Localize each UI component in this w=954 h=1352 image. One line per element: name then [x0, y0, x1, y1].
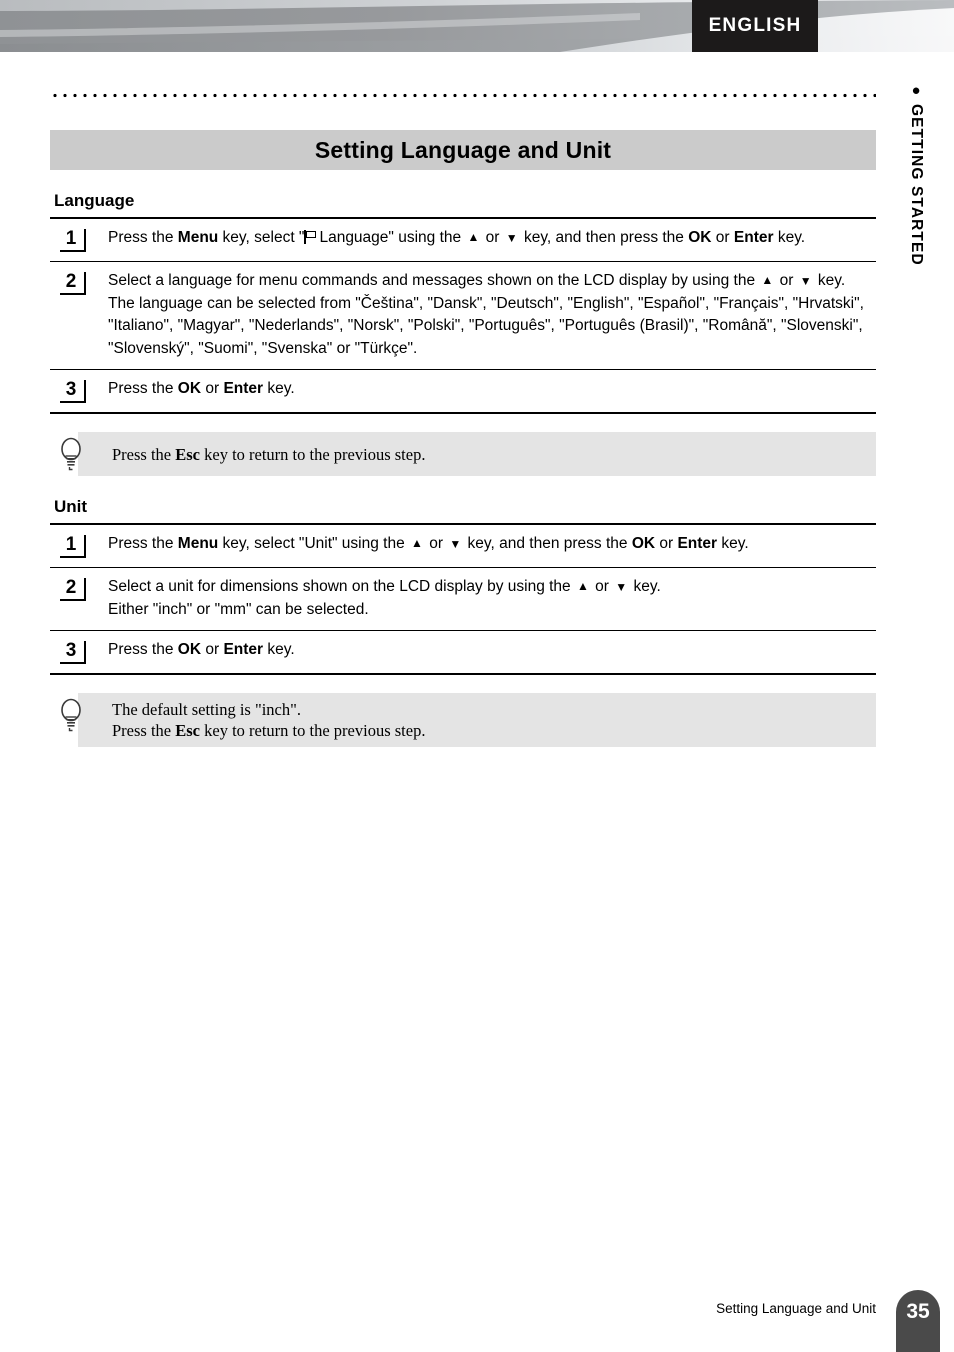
page-number-tab: 35: [896, 1290, 940, 1352]
step-text: Press the Menu key, select "Unit" using …: [108, 533, 876, 556]
step-text: Select a unit for dimensions shown on th…: [108, 576, 876, 621]
page-title: Setting Language and Unit: [314, 136, 612, 163]
tip-note-box: The default setting is "inch". Press the …: [78, 693, 876, 747]
step-text: Press the OK or Enter key.: [108, 378, 876, 401]
step-text-line: Select a language for menu commands and …: [108, 272, 846, 289]
arrow-down-icon: ▼: [799, 274, 812, 288]
language-tab: ENGLISH: [692, 0, 818, 52]
section-heading: Unit: [54, 497, 88, 516]
emphasis-text: Enter: [677, 535, 718, 552]
step-text-line: Press the Menu key, select "Unit" using …: [108, 535, 749, 552]
section-side-tab-label: GETTING STARTED: [908, 104, 925, 266]
tip-note: The default setting is "inch". Press the …: [50, 693, 876, 747]
lightbulb-icon: [56, 697, 86, 733]
emphasis-text: OK: [688, 229, 712, 246]
language-tab-label: ENGLISH: [708, 15, 802, 36]
step-text-line: Press the OK or Enter key.: [108, 641, 295, 658]
tip-note-box: Press the Esc key to return to the previ…: [78, 432, 876, 476]
step-list: 1 Press the Menu key, select " Language" u…: [50, 217, 876, 414]
section-heading: Language: [54, 191, 135, 210]
step-row: 2 Select a unit for dimensions shown on t…: [50, 567, 876, 630]
emphasis-text: Esc: [175, 721, 200, 740]
step-text-line: Press the OK or Enter key.: [108, 380, 295, 397]
step-row: 2 Select a language for menu commands and…: [50, 261, 876, 369]
step-list: 1 Press the Menu key, select "Unit" using…: [50, 523, 876, 675]
tip-note-line: Press the Esc key to return to the previ…: [112, 721, 426, 740]
step-number: 2: [60, 578, 86, 601]
step-number: 3: [60, 641, 86, 664]
page-number: 35: [906, 1300, 930, 1323]
emphasis-text: Esc: [175, 444, 200, 464]
step-text: Press the Menu key, select " Language" us…: [108, 227, 876, 250]
section-side-tab: ● GETTING STARTED: [896, 82, 936, 266]
tip-note-line: Press the Esc key to return to the previ…: [112, 444, 426, 464]
footer-caption: Setting Language and Unit: [716, 1301, 876, 1316]
arrow-down-icon: ▼: [505, 231, 518, 245]
emphasis-text: Enter: [223, 641, 264, 658]
step-row: 3 Press the OK or Enter key.: [50, 369, 876, 412]
step-number: 3: [60, 380, 86, 403]
arrow-up-icon: ▲: [467, 230, 480, 244]
step-text-line: The language can be selected from "Češti…: [108, 294, 864, 357]
page-content: Setting Language and Unit Language 1 Press…: [50, 130, 876, 747]
arrow-down-icon: ▼: [449, 537, 462, 551]
step-row: 1 Press the Menu key, select " Language" u…: [50, 219, 876, 261]
step-text: Select a language for menu commands and …: [108, 270, 876, 360]
emphasis-text: Enter: [733, 229, 774, 246]
step-row: 1 Press the Menu key, select "Unit" using…: [50, 525, 876, 567]
emphasis-text: OK: [177, 641, 202, 658]
arrow-up-icon: ▲: [576, 579, 589, 593]
arrow-up-icon: ▲: [411, 536, 423, 550]
step-row: 3 Press the OK or Enter key.: [50, 630, 876, 673]
bullet-icon: ●: [911, 82, 921, 99]
page-title-bar: Setting Language and Unit: [50, 130, 876, 170]
arrow-up-icon: ▲: [761, 273, 774, 287]
step-text-line: Either "inch" or "mm" can be selected.: [108, 600, 369, 618]
emphasis-text: OK: [177, 380, 202, 397]
sections-container: Language 1 Press the Menu key, select " Lan…: [50, 191, 876, 747]
step-number: 1: [60, 229, 86, 252]
emphasis-text: Menu: [177, 229, 219, 246]
step-text: Press the OK or Enter key.: [108, 639, 876, 662]
lightbulb-icon: [56, 436, 86, 472]
emphasis-text: OK: [631, 535, 656, 552]
emphasis-text: Enter: [223, 380, 264, 397]
step-number: 1: [60, 535, 86, 558]
arrow-down-icon: ▼: [615, 580, 628, 594]
tip-note-line: The default setting is "inch".: [112, 700, 301, 719]
flag-icon: [304, 230, 317, 244]
step-number: 2: [60, 272, 86, 295]
step-text-line: Select a unit for dimensions shown on th…: [108, 578, 661, 595]
emphasis-text: Menu: [177, 535, 219, 552]
step-text-line: Press the Menu key, select " Language" us…: [108, 229, 806, 246]
dotted-divider: [50, 93, 876, 98]
tip-note: Press the Esc key to return to the previ…: [50, 432, 876, 476]
